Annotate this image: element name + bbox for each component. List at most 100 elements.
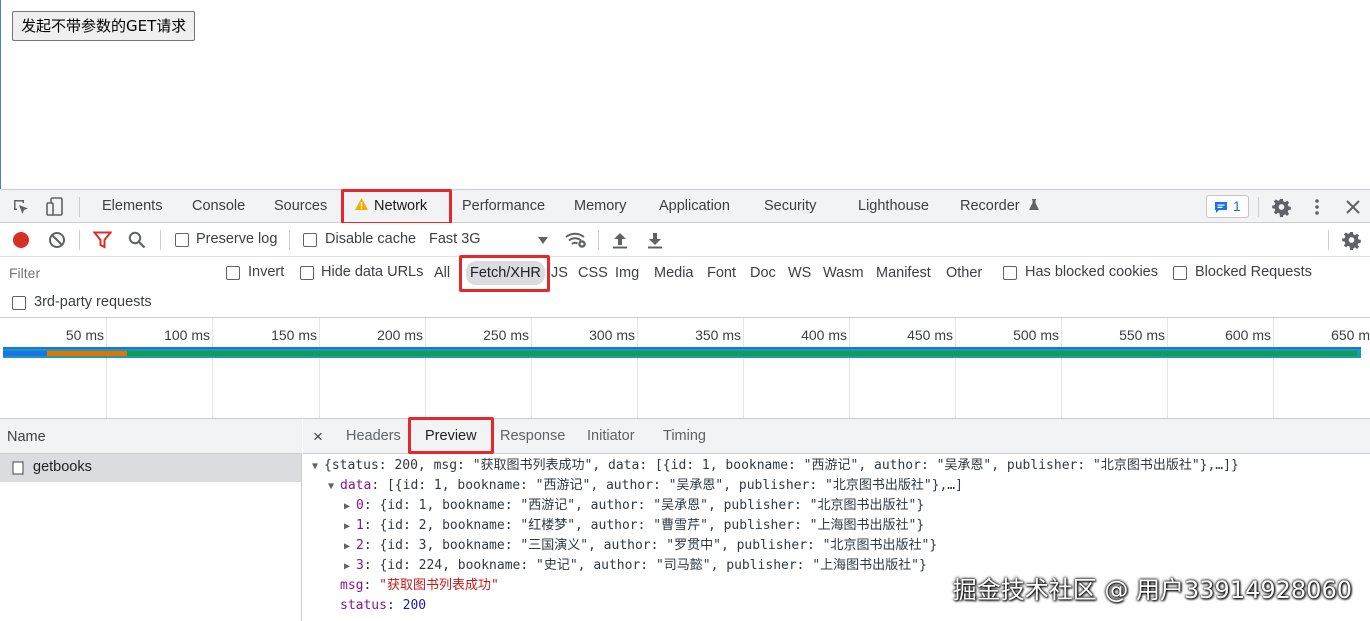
timeline-tick-label: 550 ms (1119, 327, 1165, 343)
json-root-summary: {status: 200, msg: "获取图书列表成功", data: [{i… (324, 458, 1239, 473)
has-blocked-cookies-checkbox[interactable] (1003, 266, 1017, 280)
toolbar-separator (79, 230, 80, 250)
type-filter-ws[interactable]: WS (785, 261, 814, 285)
third-party-requests-label: 3rd-party requests (34, 294, 152, 310)
detail-tab-initiator[interactable]: Initiator (587, 419, 635, 454)
tab-performance[interactable]: Performance (462, 190, 545, 223)
hide-data-urls-checkbox[interactable] (300, 266, 314, 280)
disable-cache-checkbox[interactable] (303, 233, 317, 247)
collapse-triangle-icon: ▶ (344, 541, 351, 552)
fetch-xhr-highlight (459, 255, 550, 292)
timeline-tick-label: 350 ms (695, 327, 741, 343)
type-filter-doc[interactable]: Doc (747, 261, 779, 285)
type-filter-wasm[interactable]: Wasm (820, 261, 867, 285)
close-detail-icon[interactable]: × (313, 419, 323, 454)
timeline-gridline (425, 318, 426, 418)
close-devtools-icon[interactable] (1342, 196, 1364, 218)
tab-console[interactable]: Console (192, 190, 245, 223)
timeline-overview[interactable]: 50 ms 100 ms 150 ms 200 ms 250 ms 300 ms… (0, 318, 1370, 419)
clear-icon[interactable] (47, 230, 67, 250)
detail-tab-headers[interactable]: Headers (346, 419, 401, 454)
tab-security[interactable]: Security (764, 190, 816, 223)
tab-elements[interactable]: Elements (102, 190, 162, 223)
type-filter-img[interactable]: Img (612, 261, 642, 285)
json-array-item[interactable]: ▶ 1: {id: 2, bookname: "红楼梦", author: "曹雪… (344, 516, 924, 536)
requests-header: Name (0, 419, 302, 454)
timeline-tick-label: 500 ms (1013, 327, 1059, 343)
timeline-bar-download (127, 351, 1357, 356)
invert-label: Invert (248, 264, 285, 280)
tab-recorder[interactable]: Recorder (960, 190, 1040, 223)
json-array-item[interactable]: ▶ 2: {id: 3, bookname: "三国演义", author: "罗… (344, 536, 937, 556)
network-settings-gear-icon[interactable] (1340, 229, 1362, 251)
json-index: 2 (356, 538, 364, 553)
has-blocked-cookies-label: Has blocked cookies (1025, 264, 1158, 280)
detail-tab-response[interactable]: Response (500, 419, 565, 454)
timeline-gridline (955, 318, 956, 418)
timeline-tick-label: 600 ms (1225, 327, 1271, 343)
tab-application[interactable]: Application (659, 190, 730, 223)
preserve-log-checkbox[interactable] (175, 233, 189, 247)
timeline-tick-label: 300 ms (589, 327, 635, 343)
json-array-item[interactable]: ▶ 3: {id: 224, bookname: "史记", author: "司… (344, 556, 927, 576)
timeline-gridline (849, 318, 850, 418)
third-party-requests-checkbox[interactable] (12, 296, 26, 310)
type-filter-media[interactable]: Media (651, 261, 697, 285)
json-msg-value: "获取图书列表成功" (379, 578, 499, 593)
detail-tab-timing[interactable]: Timing (663, 419, 706, 454)
timeline-tick-label: 250 ms (483, 327, 529, 343)
timeline-gridline (1061, 318, 1062, 418)
timeline-gridline (743, 318, 744, 418)
json-root-line[interactable]: ▼ {status: 200, msg: "获取图书列表成功", data: [{… (312, 456, 1239, 476)
toolbar-separator (598, 230, 599, 250)
get-request-button[interactable]: 发起不带参数的GET请求 (12, 11, 196, 41)
filter-funnel-icon[interactable] (92, 230, 112, 250)
type-filter-css[interactable]: CSS (575, 261, 611, 285)
timeline-tick-label: 400 ms (801, 327, 847, 343)
type-filter-js[interactable]: JS (548, 261, 571, 285)
type-filter-manifest[interactable]: Manifest (873, 261, 934, 285)
collapse-triangle-icon: ▶ (344, 561, 351, 572)
type-filter-font[interactable]: Font (704, 261, 739, 285)
json-item-text: {id: 2, bookname: "红楼梦", author: "曹雪芹", … (379, 518, 925, 533)
inspect-element-icon[interactable] (10, 196, 32, 218)
network-tab-highlight (341, 189, 452, 225)
tab-separator (79, 197, 80, 217)
throttling-value: Fast 3G (429, 231, 481, 247)
json-data-line[interactable]: ▼ data: [{id: 1, bookname: "西游记", author:… (328, 476, 963, 496)
filter-input[interactable] (3, 261, 211, 285)
record-icon[interactable] (11, 230, 31, 250)
tab-sources[interactable]: Sources (274, 190, 327, 223)
preserve-log-label: Preserve log (196, 231, 278, 247)
document-icon (12, 461, 24, 475)
chat-icon (1215, 202, 1227, 213)
blocked-requests-checkbox[interactable] (1173, 266, 1187, 280)
timeline-gridline (319, 318, 320, 418)
json-status-line: status: 200 (340, 598, 427, 613)
name-column-header[interactable]: Name (7, 429, 46, 445)
tab-lighthouse[interactable]: Lighthouse (858, 190, 929, 223)
export-har-icon[interactable] (645, 230, 665, 250)
search-icon[interactable] (127, 230, 147, 250)
devtools-panel: Elements Console Sources Network Perform… (0, 189, 1370, 621)
network-conditions-icon[interactable] (564, 230, 588, 250)
json-index: 3 (356, 558, 364, 573)
issues-badge[interactable]: 1 (1206, 195, 1249, 218)
timeline-bar-queue (3, 351, 47, 356)
type-filter-other[interactable]: Other (943, 261, 985, 285)
network-toolbar: Preserve log Disable cache Fast 3G (0, 223, 1370, 257)
throttling-select[interactable]: Fast 3G (424, 228, 552, 252)
toolbar-separator (160, 230, 161, 250)
invert-checkbox[interactable] (226, 266, 240, 280)
json-index: 0 (356, 498, 364, 513)
device-toolbar-icon[interactable] (44, 196, 66, 218)
more-options-icon[interactable] (1306, 196, 1328, 218)
settings-gear-icon[interactable] (1270, 196, 1292, 218)
request-row[interactable]: getbooks (0, 454, 301, 482)
timeline-gridline (1273, 318, 1274, 418)
import-har-icon[interactable] (610, 230, 630, 250)
type-filter-all[interactable]: All (431, 261, 453, 285)
preview-tab-highlight (408, 417, 494, 454)
tab-memory[interactable]: Memory (574, 190, 626, 223)
json-array-item[interactable]: ▶ 0: {id: 1, bookname: "西游记", author: "吴承… (344, 496, 924, 516)
